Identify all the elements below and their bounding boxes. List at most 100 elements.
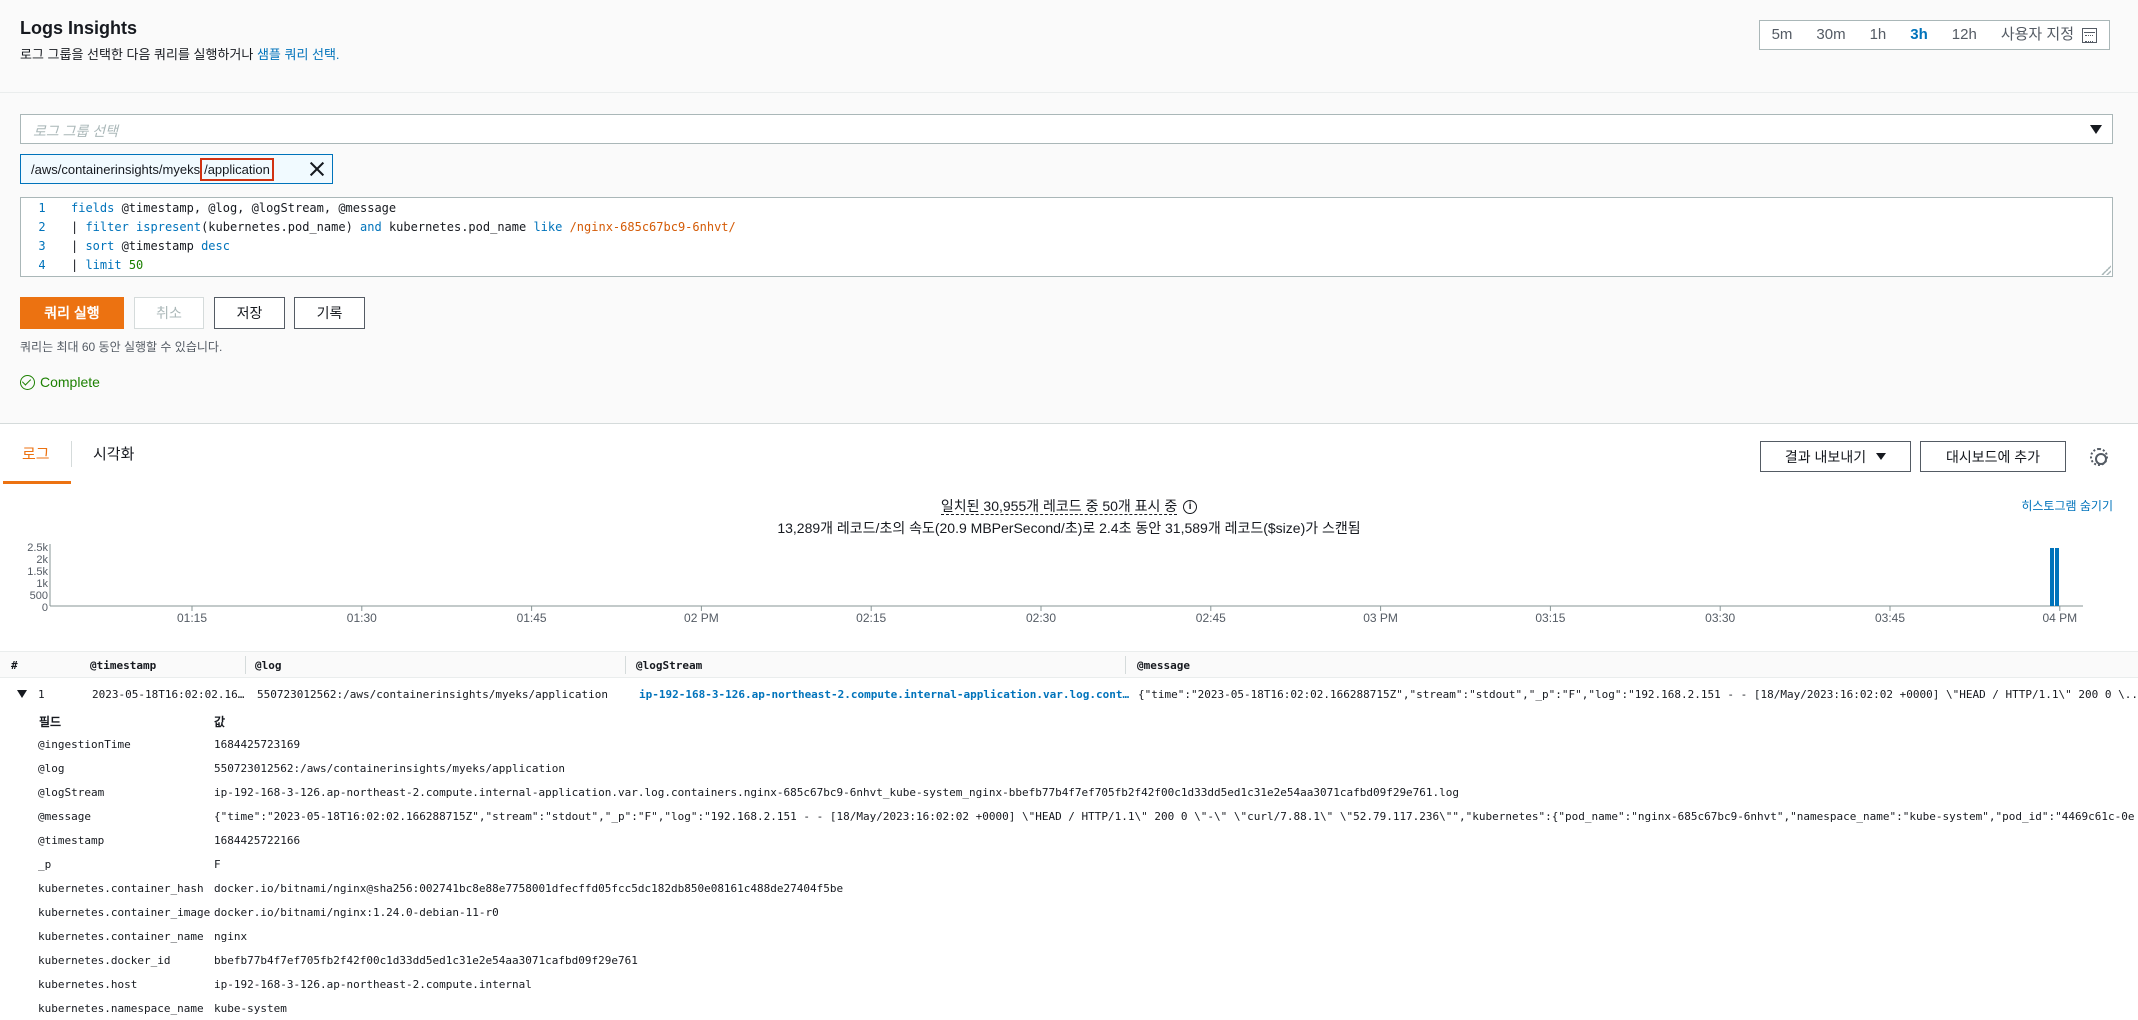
- code-token: sort: [85, 239, 115, 253]
- query-panel: Logs Insights 로그 그룹을 선택한 다음 쿼리를 실행하거나 샘플…: [0, 0, 2138, 424]
- field-key: _p: [38, 858, 52, 871]
- matched-records-summary: 일치된 30,955개 레코드 중 50개 표시 중 i: [0, 496, 2138, 516]
- field-value: 1684425722166: [214, 834, 301, 847]
- field-key: kubernetes.docker_id: [38, 954, 171, 967]
- histogram-svg: 2.5k2k1.5k1k5000 01:15 01:30 01:45 02 PM 02:1…: [27, 542, 2083, 625]
- field-row: kubernetes.container_image docker.io/bitn…: [0, 900, 2138, 924]
- field-row: kubernetes.container_hash docker.io/bitna…: [0, 876, 2138, 900]
- histogram-bar[interactable]: [2050, 548, 2054, 606]
- table-row[interactable]: 1 2023-05-18T16:02:02.16… 550723012562:/…: [0, 682, 2138, 706]
- editor-line[interactable]: 4 | limit 50: [21, 256, 2112, 275]
- time-option-1h[interactable]: 1h: [1858, 21, 1899, 49]
- code-token: /nginx-685c67bc9-6nhvt/: [569, 220, 736, 234]
- row-logstream-link[interactable]: ip-192-168-3-126.ap-northeast-2.compute.…: [639, 688, 1129, 701]
- field-row: @log 550723012562:/aws/containerinsights/…: [0, 756, 2138, 780]
- field-row: @ingestionTime 1684425723169: [0, 732, 2138, 756]
- header-divider: [0, 92, 2138, 93]
- caret-down-icon: [2090, 125, 2102, 134]
- save-button[interactable]: 저장: [214, 297, 285, 329]
- editor-code: | sort @timestamp desc: [57, 237, 230, 256]
- x-tick-label: 01:15: [177, 611, 207, 625]
- hide-histogram-link[interactable]: 히스토그램 숨기기: [2021, 497, 2113, 514]
- y-tick-label: 1k: [36, 578, 48, 590]
- time-option-12h[interactable]: 12h: [1940, 21, 1989, 49]
- cancel-button[interactable]: 취소: [134, 297, 204, 329]
- code-token: |: [71, 220, 86, 234]
- log-group-placeholder: 로그 그룹 선택: [33, 123, 119, 139]
- scan-summary: 13,289개 레코드/초의 속도(20.9 MBPerSecond/초)로 2…: [777, 520, 1361, 536]
- active-tab-indicator: [3, 481, 71, 484]
- code-token: |: [71, 239, 86, 253]
- x-tick-label: 02:30: [1026, 611, 1056, 625]
- field-row: kubernetes.container_name nginx: [0, 924, 2138, 948]
- code-token: desc: [201, 239, 230, 253]
- field-key: @ingestionTime: [38, 738, 131, 751]
- add-to-dashboard-button[interactable]: 대시보드에 추가: [1920, 441, 2066, 472]
- y-tick-label: 2k: [36, 554, 48, 566]
- query-status: Complete: [20, 374, 100, 390]
- histogram-bar[interactable]: [2055, 548, 2059, 606]
- query-editor[interactable]: 1 fields @timestamp, @log, @logStream, @m…: [20, 197, 2113, 277]
- export-results-button[interactable]: 결과 내보내기: [1760, 441, 1911, 472]
- field-row: kubernetes.host ip-192-168-3-126.ap-north…: [0, 972, 2138, 996]
- field-header: 필드: [39, 715, 62, 729]
- token-label: /aws/containerinsights/myeks/application: [21, 157, 274, 181]
- editor-line[interactable]: 2 | filter ispresent(kubernetes.pod_name)…: [21, 218, 2112, 237]
- code-token: @timestamp, @log, @logStream, @message: [114, 201, 397, 215]
- field-key: kubernetes.host: [38, 978, 138, 991]
- code-token: filter: [85, 220, 129, 234]
- gear-icon[interactable]: [2090, 448, 2108, 466]
- history-button[interactable]: 기록: [294, 297, 365, 329]
- editor-line[interactable]: 1 fields @timestamp, @log, @logStream, @m…: [21, 199, 2112, 218]
- tab-separator: [71, 441, 72, 467]
- field-value: bbefb77b4f7ef705fb2f42f00c1d33dd5ed1c31e…: [214, 954, 638, 967]
- code-token: like: [533, 220, 563, 234]
- field-key: kubernetes.container_hash: [38, 882, 204, 895]
- log-group-select[interactable]: 로그 그룹 선택: [20, 114, 2113, 144]
- time-option-3h[interactable]: 3h: [1898, 21, 1940, 49]
- run-query-button[interactable]: 쿼리 실행: [20, 297, 124, 329]
- time-range-selector: 5m 30m 1h 3h 12h 사용자 지정: [1758, 20, 2110, 50]
- field-value: nginx: [214, 930, 248, 943]
- field-key: kubernetes.namespace_name: [38, 1002, 204, 1015]
- col-separator: [1125, 656, 1126, 674]
- tab-visualization[interactable]: 시각화: [93, 443, 134, 464]
- code-token: fields: [71, 201, 115, 215]
- field-key: @message: [38, 810, 91, 823]
- token-highlight: /application: [200, 157, 274, 181]
- resize-handle[interactable]: [2101, 265, 2111, 275]
- col-header-log[interactable]: @log: [255, 659, 282, 672]
- tab-logs[interactable]: 로그: [22, 443, 50, 464]
- time-option-30m[interactable]: 30m: [1804, 21, 1857, 49]
- x-tick-label: 02:15: [856, 611, 886, 625]
- expanded-fields: 필드 값 @ingestionTime 1684425723169 @log 5507…: [0, 708, 2138, 1020]
- line-number: 4: [38, 258, 46, 272]
- row-log: 550723012562:/aws/containerinsights/myek…: [257, 688, 608, 701]
- editor-line[interactable]: 3 | sort @timestamp desc: [21, 237, 2112, 256]
- field-value: {"time":"2023-05-18T16:02:02.166288715Z"…: [214, 810, 2135, 823]
- row-message: {"time":"2023-05-18T16:02:02.166288715Z"…: [1138, 688, 2138, 701]
- time-option-5m[interactable]: 5m: [1760, 21, 1805, 49]
- col-header-timestamp[interactable]: @timestamp: [90, 659, 156, 672]
- field-row: _p F: [0, 852, 2138, 876]
- col-header-logstream[interactable]: @logStream: [636, 659, 702, 672]
- subtitle-text: 로그 그룹을 선택한 다음 쿼리를 실행하거나: [20, 47, 257, 62]
- field-value: 550723012562:/aws/containerinsights/myek…: [214, 762, 565, 775]
- field-row: kubernetes.docker_id bbefb77b4f7ef705fb2f…: [0, 948, 2138, 972]
- col-header-message[interactable]: @message: [1137, 659, 1190, 672]
- col-separator: [625, 656, 626, 674]
- field-key: kubernetes.container_name: [38, 930, 204, 943]
- caret-down-icon[interactable]: [17, 690, 27, 698]
- sample-query-link[interactable]: 샘플 쿼리 선택.: [257, 47, 340, 62]
- page-subtitle: 로그 그룹을 선택한 다음 쿼리를 실행하거나 샘플 쿼리 선택.: [20, 44, 340, 63]
- editor-code: | filter ispresent(kubernetes.pod_name) …: [57, 218, 736, 237]
- info-icon[interactable]: i: [1183, 500, 1198, 515]
- time-option-custom[interactable]: 사용자 지정: [1989, 21, 2109, 49]
- field-value: ip-192-168-3-126.ap-northeast-2.compute.…: [214, 786, 1460, 799]
- y-tick-label: 2.5k: [27, 542, 48, 554]
- check-circle-icon: [20, 374, 35, 390]
- field-row: kubernetes.namespace_name kube-system: [0, 996, 2138, 1020]
- remove-token-icon[interactable]: [308, 160, 326, 178]
